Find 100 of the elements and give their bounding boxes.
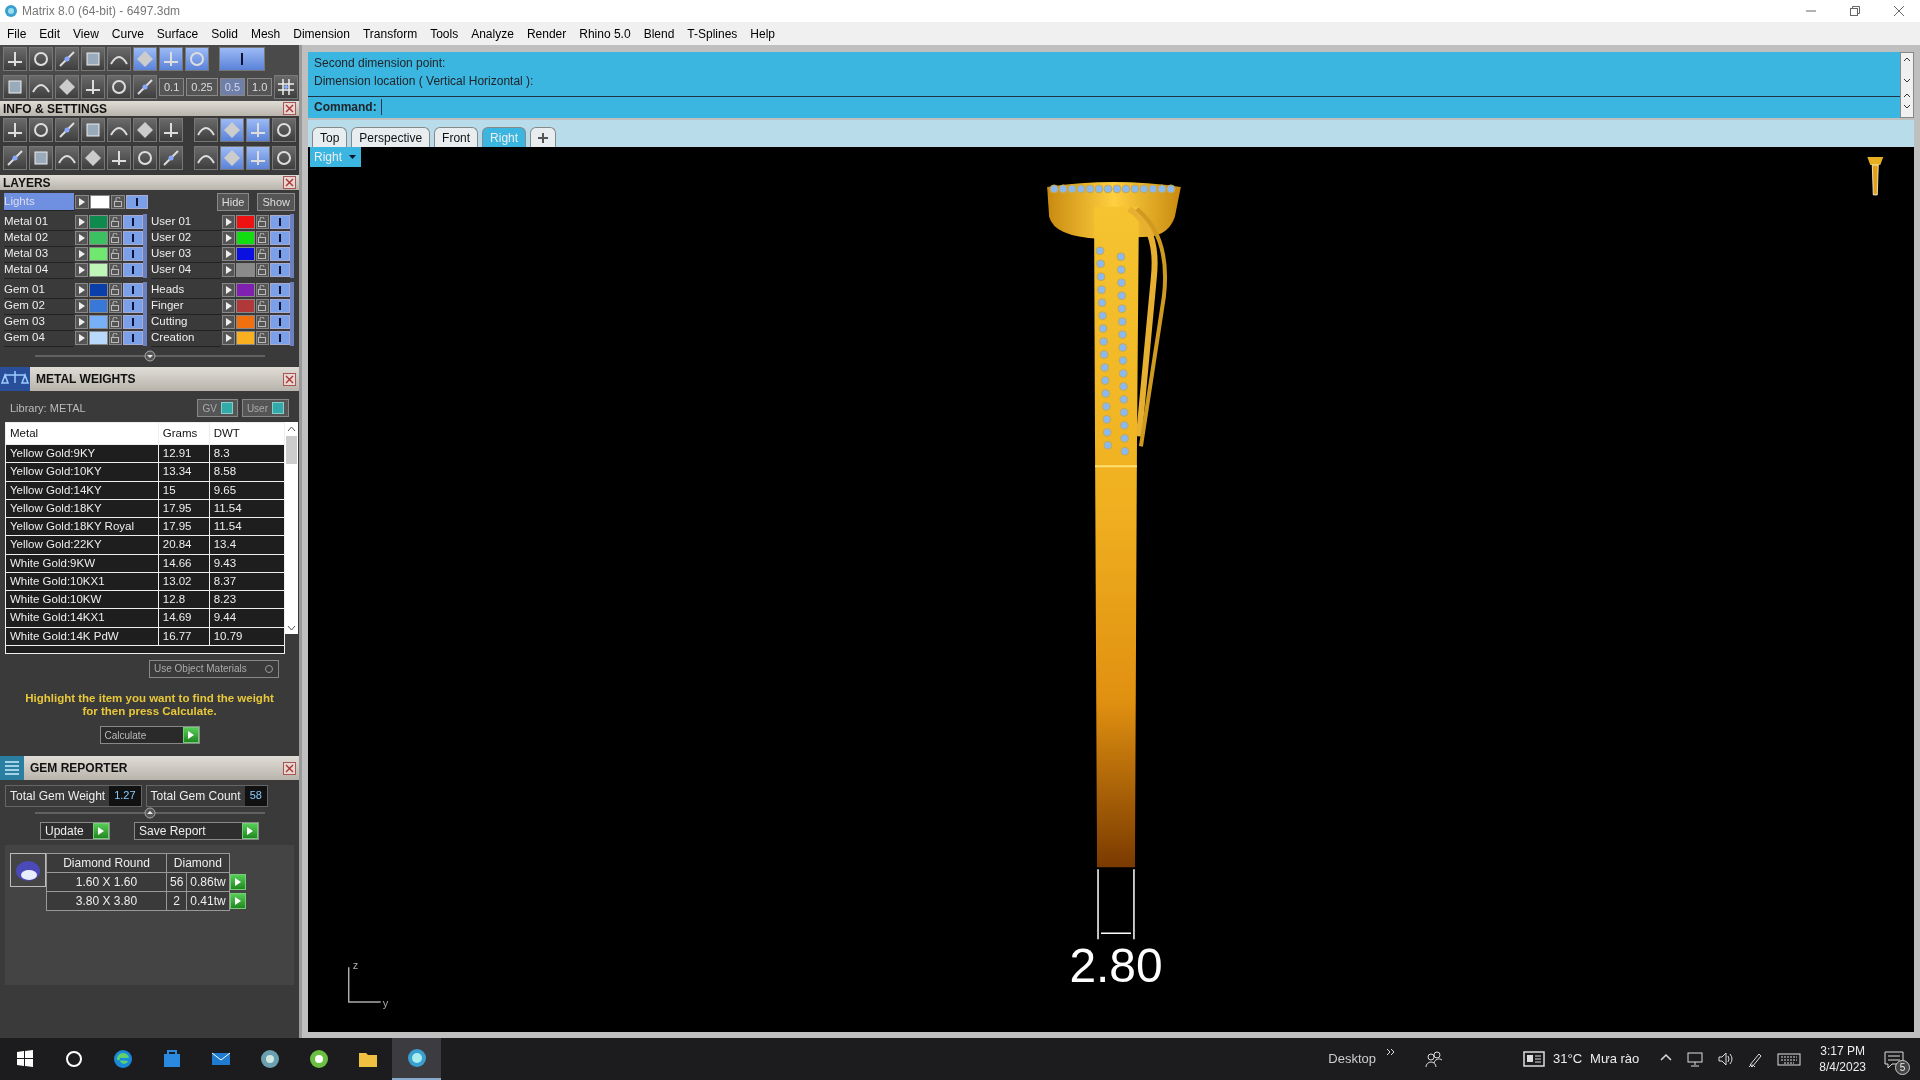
tool-icon[interactable] (133, 146, 157, 170)
layer-name[interactable]: Cutting (151, 312, 221, 332)
scrollbar[interactable] (285, 422, 298, 634)
desktop-toolbar-label[interactable]: Desktop (1328, 1049, 1377, 1069)
visibility-toggle[interactable] (122, 283, 143, 297)
layer-name[interactable]: Gem 02 (4, 296, 74, 316)
lock-button[interactable] (108, 215, 122, 229)
lock-button[interactable] (108, 315, 122, 329)
lock-button[interactable] (255, 299, 269, 313)
tool-icon[interactable] (55, 47, 79, 71)
snap-value-button[interactable]: 0.25 (186, 78, 218, 96)
people-icon[interactable] (1425, 1050, 1444, 1068)
tool-icon[interactable] (107, 47, 131, 71)
tool-icon[interactable] (3, 146, 27, 170)
tool-icon[interactable] (107, 118, 131, 142)
menu-item[interactable]: T-Splines (687, 24, 738, 43)
menu-item[interactable]: Solid (211, 24, 238, 43)
layer-name[interactable]: Metal 01 (4, 212, 74, 232)
expand-button[interactable] (75, 299, 89, 313)
column-header[interactable]: Grams (158, 422, 210, 445)
temperature-text[interactable]: 31°C (1553, 1049, 1583, 1069)
layer-name[interactable]: User 04 (151, 260, 221, 280)
layer-color-swatch[interactable] (89, 315, 108, 329)
restore-icon[interactable] (1850, 6, 1860, 16)
tool-icon[interactable] (81, 75, 105, 99)
clock-time[interactable]: 3:17 PM (1820, 1042, 1865, 1059)
expand-button[interactable] (75, 215, 89, 229)
network-icon[interactable] (1687, 1051, 1704, 1067)
menu-item[interactable]: Surface (156, 24, 199, 43)
expand-button[interactable] (75, 263, 89, 277)
column-header[interactable]: DWT (209, 422, 285, 445)
keyboard-icon[interactable] (1777, 1051, 1802, 1067)
tool-icon[interactable] (81, 146, 105, 170)
expand-button[interactable] (222, 231, 236, 245)
visibility-toggle[interactable] (122, 299, 143, 313)
menu-item[interactable]: Help (750, 24, 776, 43)
close-button[interactable] (283, 761, 296, 775)
visibility-toggle[interactable] (269, 215, 290, 229)
tool-icon[interactable] (219, 47, 265, 71)
layer-name[interactable]: Creation (151, 328, 221, 348)
tool-icon[interactable] (29, 118, 53, 142)
layer-color-swatch[interactable] (89, 331, 108, 345)
show-button[interactable]: Show (257, 193, 295, 211)
lock-button[interactable] (255, 247, 269, 261)
layer-name[interactable]: Gem 03 (4, 312, 74, 332)
visibility-toggle[interactable] (126, 195, 148, 209)
chevron-icon[interactable] (1386, 1047, 1396, 1057)
expand-button[interactable] (222, 215, 236, 229)
menu-item[interactable]: Edit (39, 24, 61, 43)
menu-item[interactable]: Dimension (293, 24, 350, 43)
weather-text[interactable]: Mưa rào (1590, 1049, 1640, 1069)
tool-icon[interactable] (159, 146, 183, 170)
tool-icon[interactable] (107, 146, 131, 170)
layer-color-swatch[interactable] (236, 247, 255, 261)
layer-color-swatch[interactable] (236, 331, 255, 345)
lock-button[interactable] (108, 283, 122, 297)
use-object-materials-toggle[interactable]: Use Object Materials (149, 659, 279, 678)
expand-button[interactable] (222, 331, 236, 345)
visibility-toggle[interactable] (122, 247, 143, 261)
menu-item[interactable]: View (73, 24, 99, 43)
visibility-toggle[interactable] (122, 331, 143, 345)
lock-button[interactable] (108, 299, 122, 313)
lock-button[interactable] (255, 215, 269, 229)
visibility-toggle[interactable] (269, 331, 290, 345)
visibility-toggle[interactable] (269, 299, 290, 313)
visibility-toggle[interactable] (122, 215, 143, 229)
visibility-toggle[interactable] (122, 231, 143, 245)
tool-icon[interactable] (133, 75, 157, 99)
tool-icon[interactable] (3, 47, 27, 71)
layer-color-swatch[interactable] (89, 263, 108, 277)
visibility-toggle[interactable] (122, 263, 143, 277)
menu-item[interactable]: File (7, 24, 27, 43)
tool-icon[interactable] (81, 47, 105, 71)
tool-icon[interactable] (55, 146, 79, 170)
add-tab-button[interactable] (530, 127, 557, 147)
expand-button[interactable] (75, 315, 89, 329)
tool-icon[interactable] (55, 118, 79, 142)
grid-icon[interactable] (274, 75, 299, 99)
layer-name[interactable]: Metal 02 (4, 228, 74, 248)
news-icon[interactable] (1523, 1051, 1546, 1067)
menu-item[interactable]: Mesh (250, 24, 281, 43)
column-header[interactable]: Metal (5, 422, 159, 445)
layer-name[interactable]: Finger (151, 296, 221, 316)
layer-name[interactable]: Gem 01 (4, 280, 74, 300)
tool-icon[interactable] (29, 47, 53, 71)
visibility-toggle[interactable] (269, 283, 290, 297)
layer-name[interactable]: Heads (151, 280, 221, 300)
tool-icon[interactable] (194, 118, 218, 142)
layer-color-swatch[interactable] (236, 315, 255, 329)
expand-button[interactable] (222, 283, 236, 297)
expand-button[interactable] (222, 263, 236, 277)
layer-color-swatch[interactable] (89, 299, 108, 313)
taskbar-app[interactable] (392, 1038, 441, 1080)
hide-button[interactable]: Hide (216, 193, 250, 211)
lock-button[interactable] (108, 331, 122, 345)
layer-color-swatch[interactable] (89, 231, 108, 245)
lock-button[interactable] (108, 247, 122, 261)
tool-icon[interactable] (55, 75, 79, 99)
viewport-tab[interactable]: Top (312, 127, 348, 147)
layer-name[interactable]: Gem 04 (4, 328, 74, 348)
